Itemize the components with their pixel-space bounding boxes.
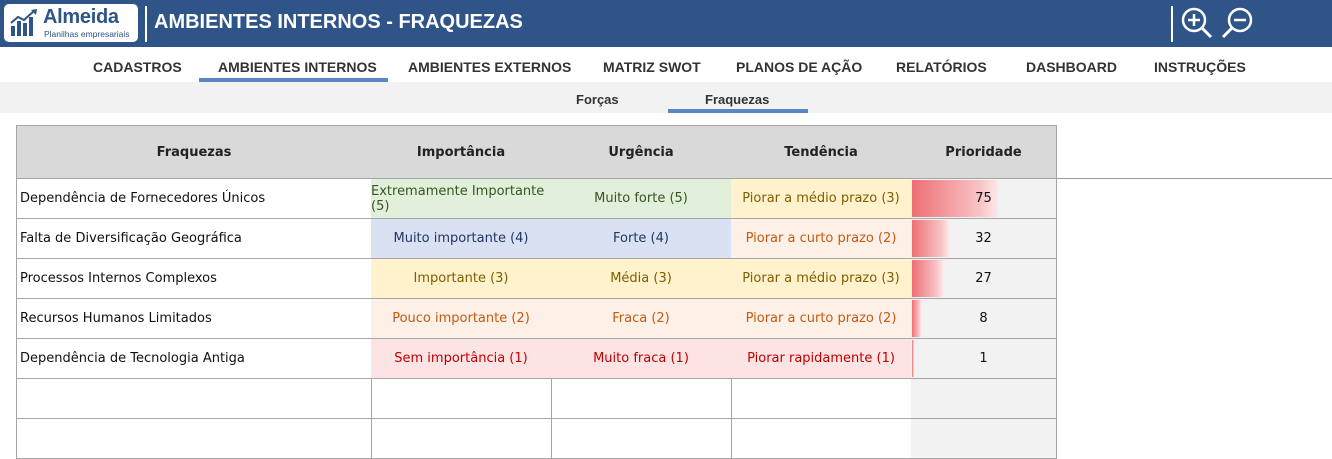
sub-active-underline — [668, 109, 808, 113]
name-cell[interactable]: Dependência de Tecnologia Antiga — [16, 339, 372, 379]
priority-cell[interactable]: 27 — [911, 259, 1057, 299]
trend-cell[interactable]: Piorar rapidamente (1) — [731, 339, 912, 379]
main-nav: CADASTROS AMBIENTES INTERNOS AMBIENTES E… — [0, 47, 1332, 82]
urgency-cell[interactable] — [551, 419, 732, 459]
page-title: AMBIENTES INTERNOS - FRAQUEZAS — [154, 11, 523, 33]
trend-cell[interactable] — [731, 419, 912, 459]
importance-cell[interactable]: Extremamente Importante (5) — [371, 179, 552, 219]
trend-cell[interactable]: Piorar a médio prazo (3) — [731, 259, 912, 299]
priority-value: 8 — [979, 311, 988, 326]
priority-bar — [912, 340, 914, 377]
logo: Almeida Planilhas empresariais — [4, 4, 138, 42]
logo-name: Almeida — [43, 6, 119, 28]
name-cell[interactable] — [16, 419, 372, 459]
name-cell[interactable]: Falta de Diversificação Geográfica — [16, 219, 372, 259]
zoom-out-icon[interactable] — [1220, 6, 1254, 40]
importance-cell[interactable]: Importante (3) — [371, 259, 552, 299]
priority-value: 27 — [975, 271, 992, 286]
priority-bar — [912, 300, 921, 337]
priority-value: 32 — [975, 231, 992, 246]
priority-value: 1 — [979, 351, 988, 366]
nav-relatorios[interactable]: RELATÓRIOS — [896, 59, 987, 75]
priority-cell[interactable] — [911, 379, 1057, 419]
urgency-cell[interactable]: Forte (4) — [551, 219, 732, 259]
nav-matriz-swot[interactable]: MATRIZ SWOT — [603, 59, 701, 75]
trend-cell[interactable]: Piorar a curto prazo (2) — [731, 299, 912, 339]
app-header: Almeida Planilhas empresariais AMBIENTES… — [0, 0, 1332, 47]
priority-cell[interactable]: 8 — [911, 299, 1057, 339]
tab-forcas[interactable]: Forças — [576, 92, 619, 107]
nav-ambientes-internos[interactable]: AMBIENTES INTERNOS — [218, 59, 377, 75]
nav-instrucoes[interactable]: INSTRUÇÕES — [1154, 59, 1246, 75]
urgency-cell[interactable] — [551, 379, 732, 419]
nav-planos-de-acao[interactable]: PLANOS DE AÇÃO — [736, 59, 862, 75]
trend-cell[interactable]: Piorar a médio prazo (3) — [731, 179, 912, 219]
trend-cell[interactable]: Piorar a curto prazo (2) — [731, 219, 912, 259]
priority-cell[interactable]: 32 — [911, 219, 1057, 259]
priority-cell[interactable]: 75 — [911, 179, 1057, 219]
logo-subtitle: Planilhas empresariais — [44, 29, 130, 39]
nav-cadastros[interactable]: CADASTROS — [93, 59, 182, 75]
nav-ambientes-externos[interactable]: AMBIENTES EXTERNOS — [408, 59, 571, 75]
priority-value: 75 — [975, 191, 992, 206]
name-cell[interactable]: Recursos Humanos Limitados — [16, 299, 372, 339]
name-cell[interactable]: Processos Internos Complexos — [16, 259, 372, 299]
urgency-cell[interactable]: Muito forte (5) — [551, 179, 732, 219]
importance-cell[interactable] — [371, 419, 552, 459]
name-cell[interactable] — [16, 379, 372, 419]
importance-cell[interactable]: Muito importante (4) — [371, 219, 552, 259]
priority-cell[interactable] — [911, 419, 1057, 459]
nav-dashboard[interactable]: DASHBOARD — [1026, 59, 1117, 75]
priority-bar — [912, 260, 943, 297]
sub-nav: Forças Fraquezas — [0, 82, 1332, 113]
header-importance: Importância — [371, 125, 552, 179]
tab-fraquezas[interactable]: Fraquezas — [705, 92, 769, 107]
urgency-cell[interactable]: Muito fraca (1) — [551, 339, 732, 379]
divider-line — [1056, 178, 1332, 179]
priority-cell[interactable]: 1 — [911, 339, 1057, 379]
name-cell[interactable]: Dependência de Fornecedores Únicos — [16, 179, 372, 219]
importance-cell[interactable] — [371, 379, 552, 419]
priority-bar — [912, 220, 949, 257]
importance-cell[interactable]: Pouco importante (2) — [371, 299, 552, 339]
zoom-in-icon[interactable] — [1180, 6, 1214, 40]
header-name: Fraquezas — [16, 125, 372, 179]
importance-cell[interactable]: Sem importância (1) — [371, 339, 552, 379]
header-divider — [1171, 6, 1173, 42]
trend-cell[interactable] — [731, 379, 912, 419]
urgency-cell[interactable]: Média (3) — [551, 259, 732, 299]
bar-chart-logo-icon — [10, 9, 37, 36]
header-divider — [145, 6, 147, 42]
header-trend: Tendência — [731, 125, 912, 179]
header-urgency: Urgência — [551, 125, 732, 179]
header-priority: Prioridade — [911, 125, 1057, 179]
urgency-cell[interactable]: Fraca (2) — [551, 299, 732, 339]
